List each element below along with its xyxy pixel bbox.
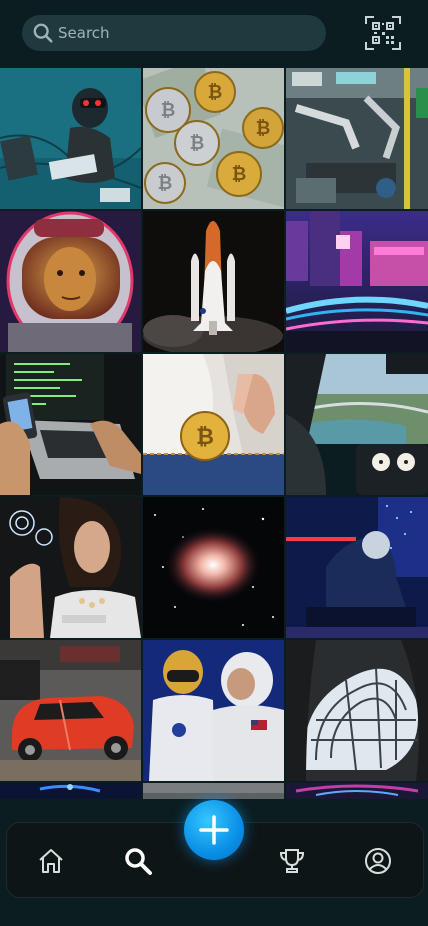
red-sports-car-photo[interactable]	[0, 640, 141, 781]
svg-text:₿: ₿	[158, 173, 173, 194]
orion-nebula-photo[interactable]	[143, 497, 284, 638]
laptop-code-photo[interactable]	[0, 354, 141, 495]
city-night-lights-photo[interactable]	[286, 211, 428, 352]
neon-robot-photo[interactable]	[286, 497, 428, 638]
bitcoin-coins-photo[interactable]: ₿ ₿ ₿ ₿ ₿ ₿	[143, 68, 284, 209]
glass-dome-photo[interactable]	[286, 640, 428, 781]
nav-home[interactable]	[35, 845, 67, 877]
woman-hologram-photo[interactable]	[0, 497, 141, 638]
bitcoin-pocket-photo[interactable]: ₿	[143, 354, 284, 495]
nav-search[interactable]	[122, 845, 154, 877]
factory-robots-photo[interactable]	[286, 68, 428, 209]
svg-text:₿: ₿	[190, 133, 205, 154]
nav-profile[interactable]	[362, 845, 394, 877]
robot-astronaut-photo[interactable]	[143, 640, 284, 781]
explore-photo-grid: ₿ ₿ ₿ ₿ ₿ ₿ ₿	[0, 68, 428, 799]
partial-photo-3[interactable]	[286, 783, 428, 799]
hacker-vr-photo[interactable]	[0, 68, 141, 209]
svg-text:₿: ₿	[256, 118, 271, 139]
search-input[interactable]	[58, 24, 326, 42]
svg-text:₿: ₿	[208, 82, 223, 103]
svg-text:₿: ₿	[161, 100, 176, 121]
qr-scan-button[interactable]	[364, 14, 402, 52]
search-bar[interactable]	[22, 15, 326, 51]
create-post-button[interactable]	[184, 800, 244, 860]
top-bar	[0, 0, 428, 68]
svg-text:₿: ₿	[232, 164, 247, 185]
cockpit-view-photo[interactable]	[286, 354, 428, 495]
search-icon	[33, 23, 53, 43]
plus-icon	[199, 815, 229, 845]
svg-text:₿: ₿	[196, 425, 214, 450]
trophy-icon	[279, 849, 305, 873]
qr-code-icon	[365, 16, 401, 50]
home-icon	[39, 849, 63, 873]
partial-photo-1[interactable]	[0, 783, 141, 799]
search-icon	[125, 848, 152, 875]
partial-photo-2[interactable]	[143, 783, 284, 799]
astronaut-helmet-photo[interactable]	[0, 211, 141, 352]
space-shuttle-photo[interactable]	[143, 211, 284, 352]
profile-icon	[365, 848, 391, 874]
nav-trophy[interactable]	[276, 845, 308, 877]
